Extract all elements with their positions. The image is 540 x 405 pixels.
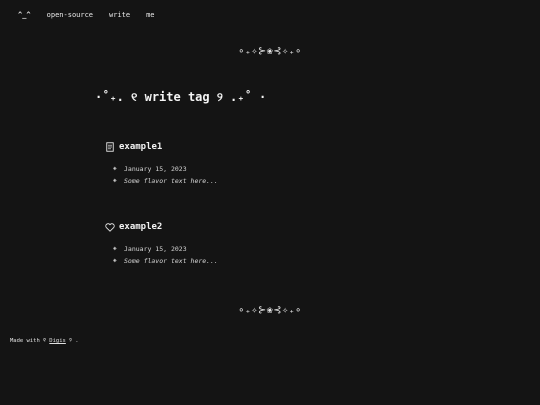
post-date: January 15, 2023 [124,165,187,173]
diamond-bullet-icon: ◈ [113,245,117,252]
footer-prefix: Made with ୧ [10,338,46,344]
page: ^_^ open-source write me ∘₊✧⊱❀⊰✧₊∘ ·˚₊. … [0,0,540,405]
post-date-item: ◈ January 15, 2023 [113,163,405,175]
post-flavor-item: ◈ Some flavor text here... [113,255,405,267]
top-nav: ^_^ open-source write me [18,11,155,20]
document-icon [105,141,115,153]
nav-link-write[interactable]: write [109,11,130,20]
page-title: ·˚₊. ୧ write tag ୨ .₊˚ · [95,90,267,104]
nav-link-open-source[interactable]: open-source [47,11,93,20]
post-flavor-text: Some flavor text here... [124,257,218,265]
post-card: example2 ◈ January 15, 2023 ◈ Some flavo… [105,221,405,267]
heart-icon [105,221,115,233]
footer-suffix: ୨ . [69,338,79,344]
post-title-row[interactable]: example1 [105,141,405,153]
diamond-bullet-icon: ◈ [113,177,117,184]
post-flavor-text: Some flavor text here... [124,177,218,185]
post-meta-list: ◈ January 15, 2023 ◈ Some flavor text he… [113,163,405,187]
post-title-row[interactable]: example2 [105,221,405,233]
footer-link-digis[interactable]: Digis [49,338,66,344]
diamond-bullet-icon: ◈ [113,165,117,172]
post-title-link[interactable]: example2 [119,222,162,232]
decorative-divider-top: ∘₊✧⊱❀⊰✧₊∘ [238,46,302,57]
decorative-divider-bottom: ∘₊✧⊱❀⊰✧₊∘ [238,305,302,316]
home-link[interactable]: ^_^ [18,11,31,20]
post-title-link[interactable]: example1 [119,142,162,152]
post-flavor-item: ◈ Some flavor text here... [113,175,405,187]
nav-link-me[interactable]: me [146,11,154,20]
post-date-item: ◈ January 15, 2023 [113,243,405,255]
site-footer: Made with ୧ Digis ୨ . [10,338,79,345]
post-card: example1 ◈ January 15, 2023 ◈ Some flavo… [105,141,405,187]
diamond-bullet-icon: ◈ [113,257,117,264]
post-meta-list: ◈ January 15, 2023 ◈ Some flavor text he… [113,243,405,267]
post-date: January 15, 2023 [124,245,187,253]
